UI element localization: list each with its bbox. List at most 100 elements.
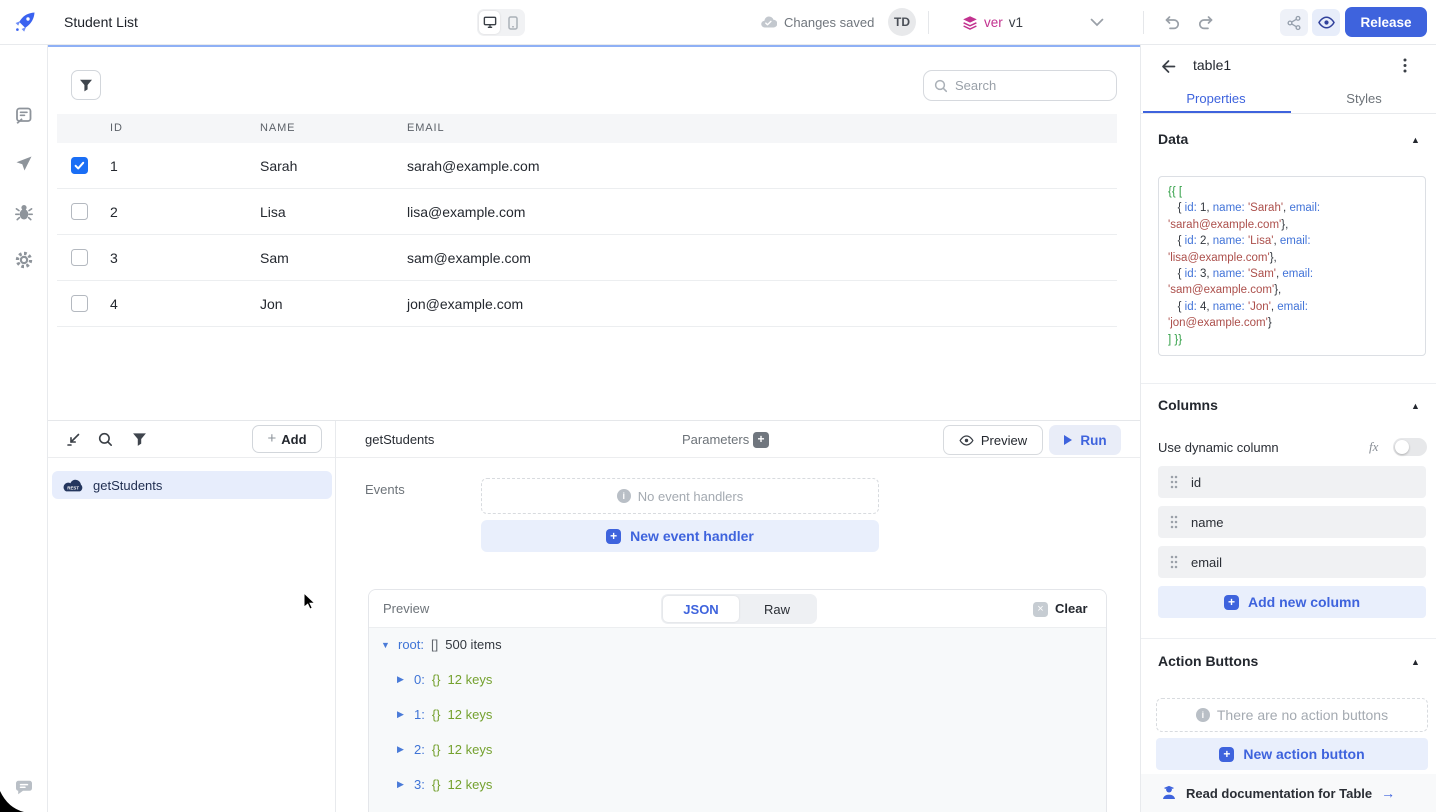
canvas-selection-line bbox=[48, 45, 1140, 47]
preview-app-button[interactable] bbox=[1312, 9, 1340, 36]
divider bbox=[1141, 638, 1436, 639]
row-checkbox[interactable] bbox=[71, 249, 88, 266]
row-checkbox[interactable] bbox=[71, 157, 88, 174]
tab-raw[interactable]: Raw bbox=[739, 596, 815, 622]
back-arrow-icon[interactable] bbox=[1160, 58, 1177, 75]
json-tree-node[interactable]: ▶1:{}12 keys bbox=[397, 706, 502, 723]
kebab-menu-icon[interactable] bbox=[1397, 57, 1413, 74]
clear-button[interactable]: Clear bbox=[1055, 590, 1088, 628]
new-action-button[interactable]: + New action button bbox=[1156, 738, 1428, 770]
collapse-caret-icon[interactable]: ▲ bbox=[1411, 135, 1420, 145]
table-cell: Sam bbox=[260, 235, 289, 281]
table-cell: Jon bbox=[260, 281, 283, 327]
expand-arrow-icon[interactable]: ▶ bbox=[397, 674, 407, 685]
drag-handle-icon[interactable] bbox=[1170, 555, 1178, 569]
tab-properties[interactable]: Properties bbox=[1141, 88, 1291, 113]
arrow-right-icon: → bbox=[1381, 785, 1395, 801]
preview-title: Preview bbox=[383, 590, 429, 628]
version-selector[interactable]: ver v1 bbox=[962, 0, 1023, 45]
undo-icon[interactable] bbox=[1163, 14, 1181, 32]
tab-json[interactable]: JSON bbox=[663, 596, 739, 622]
no-action-buttons-text: There are no action buttons bbox=[1217, 707, 1388, 723]
table-row[interactable]: 3Samsam@example.com bbox=[57, 235, 1117, 281]
data-code-editor[interactable]: {{ [ { id: 1, name: 'Sarah', email:'sara… bbox=[1158, 176, 1426, 356]
table-header-name[interactable]: NAME bbox=[260, 114, 295, 143]
settings-gear-icon[interactable] bbox=[14, 250, 34, 270]
row-checkbox[interactable] bbox=[71, 203, 88, 220]
expand-arrow-icon[interactable]: ▶ bbox=[397, 709, 407, 720]
events-label: Events bbox=[365, 482, 405, 497]
table-row[interactable]: 4Jonjon@example.com bbox=[57, 281, 1117, 327]
clear-x-icon[interactable]: × bbox=[1033, 602, 1048, 617]
expand-arrow-icon[interactable]: ▶ bbox=[397, 744, 407, 755]
desktop-icon[interactable] bbox=[479, 11, 500, 34]
send-icon[interactable] bbox=[14, 154, 34, 174]
query-list-item[interactable]: REST getStudents bbox=[52, 471, 332, 499]
query-preview-button[interactable]: Preview bbox=[943, 425, 1043, 455]
table-search-input[interactable] bbox=[955, 78, 1095, 93]
table-filter-button[interactable] bbox=[71, 70, 101, 100]
debugger-bug-icon[interactable] bbox=[14, 202, 34, 222]
json-tree-root[interactable]: ▼ root: [] 500 items bbox=[381, 636, 502, 653]
drag-handle-icon[interactable] bbox=[1170, 475, 1178, 489]
documentation-link-text: Read documentation for Table bbox=[1186, 786, 1372, 801]
app-canvas: ID NAME EMAIL 1Sarahsarah@example.com2Lisa… bbox=[48, 45, 1140, 420]
plus-icon: + bbox=[606, 529, 621, 544]
table-cell: jon@example.com bbox=[407, 281, 523, 327]
table-search bbox=[923, 70, 1117, 101]
table-header-email[interactable]: EMAIL bbox=[407, 114, 445, 143]
pages-icon[interactable] bbox=[14, 106, 34, 126]
search-icon[interactable] bbox=[98, 432, 113, 447]
add-new-column-button[interactable]: + Add new column bbox=[1158, 586, 1426, 618]
app-logo-rocket-icon[interactable] bbox=[13, 10, 37, 34]
documentation-link[interactable]: Read documentation for Table → bbox=[1141, 774, 1436, 812]
no-action-buttons-placeholder: i There are no action buttons bbox=[1156, 698, 1428, 732]
collapse-panel-icon[interactable] bbox=[66, 432, 81, 447]
share-button[interactable] bbox=[1280, 9, 1308, 36]
query-preview-panel: Preview JSON Raw × Clear ▼ root: [] 500 … bbox=[368, 589, 1107, 812]
table-cell: 3 bbox=[110, 235, 118, 281]
section-data-title: Data bbox=[1158, 131, 1188, 147]
left-icon-rail bbox=[0, 45, 48, 812]
json-tree-node[interactable]: ▶2:{}12 keys bbox=[397, 741, 502, 758]
tab-styles[interactable]: Styles bbox=[1291, 88, 1436, 113]
fx-icon[interactable]: fx bbox=[1369, 439, 1378, 455]
tree-node-type: {} bbox=[432, 707, 441, 722]
version-value: v1 bbox=[1009, 15, 1023, 30]
release-button[interactable]: Release bbox=[1345, 7, 1427, 37]
device-preview-toggle bbox=[477, 9, 525, 36]
divider bbox=[1141, 383, 1436, 384]
search-icon bbox=[934, 79, 948, 93]
expand-arrow-icon[interactable]: ▶ bbox=[397, 779, 407, 790]
add-query-button[interactable]: + Add bbox=[252, 425, 322, 453]
table-cell: sarah@example.com bbox=[407, 143, 540, 189]
table-row[interactable]: 2Lisalisa@example.com bbox=[57, 189, 1117, 235]
query-run-button[interactable]: Run bbox=[1049, 425, 1121, 455]
table-header-id[interactable]: ID bbox=[110, 114, 123, 143]
filter-funnel-icon[interactable] bbox=[132, 432, 147, 447]
new-event-handler-button[interactable]: + New event handler bbox=[481, 520, 879, 552]
table-row[interactable]: 1Sarahsarah@example.com bbox=[57, 143, 1117, 189]
collapse-caret-icon[interactable]: ▲ bbox=[1411, 401, 1420, 411]
column-item-email[interactable]: email bbox=[1158, 546, 1426, 578]
svg-text:REST: REST bbox=[67, 485, 79, 490]
redo-icon[interactable] bbox=[1197, 14, 1215, 32]
no-event-handlers-text: No event handlers bbox=[638, 489, 744, 504]
add-parameter-icon[interactable]: + bbox=[753, 432, 769, 448]
user-avatar[interactable]: TD bbox=[888, 8, 916, 36]
dynamic-column-toggle[interactable] bbox=[1393, 438, 1427, 456]
collapse-arrow-icon[interactable]: ▼ bbox=[381, 640, 391, 650]
tree-node-type: {} bbox=[432, 777, 441, 792]
drag-handle-icon[interactable] bbox=[1170, 515, 1178, 529]
collapse-caret-icon[interactable]: ▲ bbox=[1411, 657, 1420, 667]
mobile-icon[interactable] bbox=[502, 11, 523, 34]
tree-node-key: 0: bbox=[414, 672, 425, 687]
row-checkbox[interactable] bbox=[71, 295, 88, 312]
json-tree-node[interactable]: ▶0:{}12 keys bbox=[397, 671, 502, 688]
json-tree-node[interactable]: ▶3:{}12 keys bbox=[397, 776, 502, 793]
query-name: getStudents bbox=[93, 478, 162, 493]
column-item-id[interactable]: id bbox=[1158, 466, 1426, 498]
widget-name[interactable]: table1 bbox=[1193, 57, 1231, 73]
column-item-name[interactable]: name bbox=[1158, 506, 1426, 538]
chevron-down-icon[interactable] bbox=[1090, 18, 1104, 27]
